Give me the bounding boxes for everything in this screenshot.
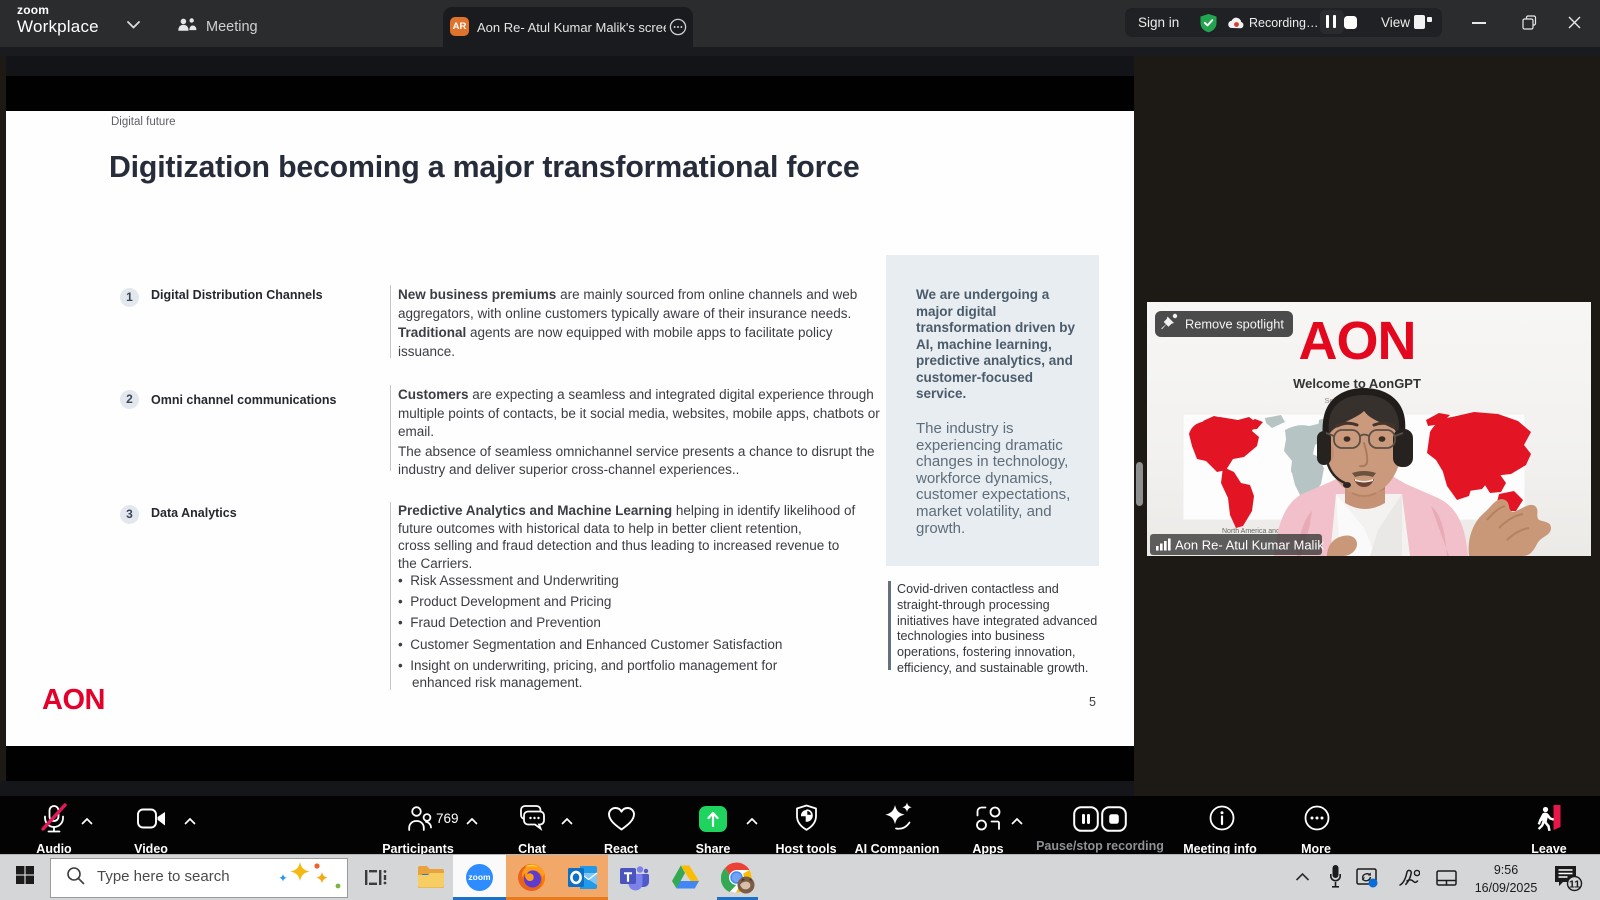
svg-text:Remove spotlight: Remove spotlight xyxy=(1185,317,1284,332)
svg-text:AON: AON xyxy=(1299,311,1416,371)
svg-text:Aon Re- Atul Kumar Malik: Aon Re- Atul Kumar Malik xyxy=(1175,538,1324,553)
svg-text:North America and L: North America and L xyxy=(1222,528,1286,535)
svg-text:11: 11 xyxy=(1569,878,1580,890)
